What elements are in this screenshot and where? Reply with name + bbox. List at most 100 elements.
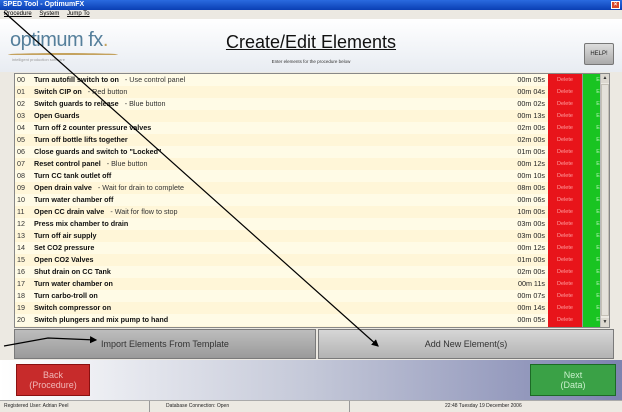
add-new-element-button[interactable]: Add New Element(s) xyxy=(318,329,614,359)
element-name: Turn off air supply xyxy=(34,231,97,240)
delete-button[interactable]: Delete xyxy=(548,194,583,206)
delete-button[interactable]: Delete xyxy=(548,266,583,278)
menu-jump-to[interactable]: Jump To xyxy=(67,11,90,17)
element-index: 06 xyxy=(17,147,25,156)
delete-button[interactable]: Delete xyxy=(548,302,583,314)
element-name: Close guards and switch to "Locked" xyxy=(34,147,162,156)
element-row[interactable]: 14Set CO2 pressure00m 12sDeleteEdit xyxy=(15,242,609,254)
next-button-label: Next xyxy=(563,370,583,380)
page-title: Create/Edit Elements xyxy=(225,32,397,52)
element-row[interactable]: 13Turn off air supply03m 00sDeleteEdit xyxy=(15,230,609,242)
element-name: Turn water chamber on xyxy=(34,279,113,288)
element-duration: 00m 05s xyxy=(517,75,545,84)
delete-button[interactable]: Delete xyxy=(548,230,583,242)
element-row[interactable]: 03Open Guards00m 13sDeleteEdit xyxy=(15,110,609,122)
next-button[interactable]: Next (Data) xyxy=(530,364,616,396)
delete-button[interactable]: Delete xyxy=(548,74,583,86)
delete-button[interactable]: Delete xyxy=(548,98,583,110)
window-title: SPED Tool - OptimumFX xyxy=(3,1,85,8)
elements-list[interactable]: 00 Turn autofill switch to on - Use contro… xyxy=(14,73,610,328)
element-duration: 10m 00s xyxy=(517,207,545,216)
element-index: 04 xyxy=(17,123,25,132)
element-row[interactable]: 12 Press mix chamber to drain 03m 00s Delet… xyxy=(15,218,609,230)
list-scrollbar[interactable]: ▲ ▼ xyxy=(600,74,609,327)
delete-button[interactable]: Delete xyxy=(548,146,583,158)
delete-button[interactable]: Delete xyxy=(548,314,583,326)
element-index: 10 xyxy=(17,195,25,204)
element-name: Turn off bottle lifts together xyxy=(34,135,128,144)
element-index: 11 xyxy=(17,207,25,216)
element-index: 21 xyxy=(17,326,25,327)
delete-button[interactable]: Delete xyxy=(548,242,583,254)
element-row[interactable]: 21Wait for tank to fill10m 00sDeleteEdit xyxy=(15,326,609,327)
scroll-down-arrow-icon[interactable]: ▼ xyxy=(601,318,609,327)
delete-button[interactable]: Delete xyxy=(548,86,583,98)
element-row[interactable]: 18Turn carbo-troll on00m 07sDeleteEdit xyxy=(15,290,609,302)
delete-button[interactable]: Delete xyxy=(548,122,583,134)
help-button[interactable]: HELP! xyxy=(584,43,614,65)
status-user: Registered User: Adrian Peel xyxy=(0,401,150,412)
element-duration: 03m 00s xyxy=(517,219,545,228)
element-duration: 00m 12s xyxy=(517,159,545,168)
element-row[interactable]: 04 Turn off 2 counter pressure valves 02m … xyxy=(15,122,609,134)
element-name: Set CO2 pressure xyxy=(34,243,95,252)
element-index: 20 xyxy=(17,315,25,324)
delete-button[interactable]: Delete xyxy=(548,278,583,290)
delete-button[interactable]: Delete xyxy=(548,218,583,230)
element-index: 05 xyxy=(17,135,25,144)
scroll-up-arrow-icon[interactable]: ▲ xyxy=(601,74,609,83)
element-row[interactable]: 09 Open drain valve - Wait for drain to co… xyxy=(15,182,609,194)
element-row[interactable]: 07 Reset control panel - Blue button 00m 12… xyxy=(15,158,609,170)
element-row[interactable]: 05 Turn off bottle lifts together 02m 00s D… xyxy=(15,134,609,146)
element-row[interactable]: 02 Switch guards to release - Blue button 0… xyxy=(15,98,609,110)
delete-button[interactable]: Delete xyxy=(548,326,583,327)
element-duration: 08m 00s xyxy=(517,183,545,192)
delete-button[interactable]: Delete xyxy=(548,170,583,182)
element-duration: 01m 00s xyxy=(517,147,545,156)
element-duration: 00m 04s xyxy=(517,87,545,96)
delete-button[interactable]: Delete xyxy=(548,182,583,194)
element-name: Shut drain on CC Tank xyxy=(34,267,111,276)
element-name: Reset control panel - Blue button xyxy=(34,159,148,168)
back-button-sublabel: (Procedure) xyxy=(29,380,77,390)
element-name: Switch guards to release - Blue button xyxy=(34,99,166,108)
delete-button[interactable]: Delete xyxy=(548,290,583,302)
element-row[interactable]: 16Shut drain on CC Tank02m 00sDeleteEdit xyxy=(15,266,609,278)
element-row[interactable]: 11 Open CC drain valve - Wait for flow to … xyxy=(15,206,609,218)
element-index: 16 xyxy=(17,267,25,276)
element-note: - Red button xyxy=(87,87,128,96)
delete-button[interactable]: Delete xyxy=(548,206,583,218)
element-row[interactable]: 00 Turn autofill switch to on - Use contro… xyxy=(15,74,609,86)
close-icon[interactable]: × xyxy=(611,1,620,9)
status-database: Database Connection: Open xyxy=(150,401,350,412)
element-row[interactable]: 08Turn CC tank outlet off00m 10sDeleteEd… xyxy=(15,170,609,182)
scroll-thumb[interactable] xyxy=(601,84,609,316)
delete-button[interactable]: Delete xyxy=(548,158,583,170)
element-name: Switch plungers and mix pump to hand xyxy=(34,315,169,324)
element-row[interactable]: 06 Close guards and switch to "Locked" 01m… xyxy=(15,146,609,158)
element-index: 07 xyxy=(17,159,25,168)
menu-procedure[interactable]: Procedure xyxy=(4,11,32,17)
element-duration: 00m 10s xyxy=(517,171,545,180)
back-button[interactable]: Back (Procedure) xyxy=(16,364,90,396)
delete-button[interactable]: Delete xyxy=(548,134,583,146)
element-duration: 00m 14s xyxy=(517,303,545,312)
element-row[interactable]: 20 Switch plungers and mix pump to hand 00… xyxy=(15,314,609,326)
element-row[interactable]: 10Turn water chamber off00m 06sDeleteEdi… xyxy=(15,194,609,206)
element-row[interactable]: 15Open CO2 Valves01m 00sDeleteEdit xyxy=(15,254,609,266)
menu-system[interactable]: System xyxy=(39,11,59,17)
element-duration: 02m 00s xyxy=(517,135,545,144)
element-name: Turn off 2 counter pressure valves xyxy=(34,123,152,132)
element-row[interactable]: 17Turn water chamber on00m 11sDeleteEdit xyxy=(15,278,609,290)
delete-button[interactable]: Delete xyxy=(548,110,583,122)
element-duration: 00m 02s xyxy=(517,99,545,108)
element-row[interactable]: 01 Switch CIP on - Red button 00m 04s Delete… xyxy=(15,86,609,98)
import-elements-button[interactable]: Import Elements From Template xyxy=(14,329,316,359)
element-name: Turn carbo-troll on xyxy=(34,291,98,300)
element-index: 13 xyxy=(17,231,25,240)
element-name: Press mix chamber to drain xyxy=(34,219,129,228)
element-duration: 02m 00s xyxy=(517,267,545,276)
element-duration: 00m 11s xyxy=(517,279,545,288)
delete-button[interactable]: Delete xyxy=(548,254,583,266)
element-row[interactable]: 19Switch compressor on00m 14sDeleteEdit xyxy=(15,302,609,314)
